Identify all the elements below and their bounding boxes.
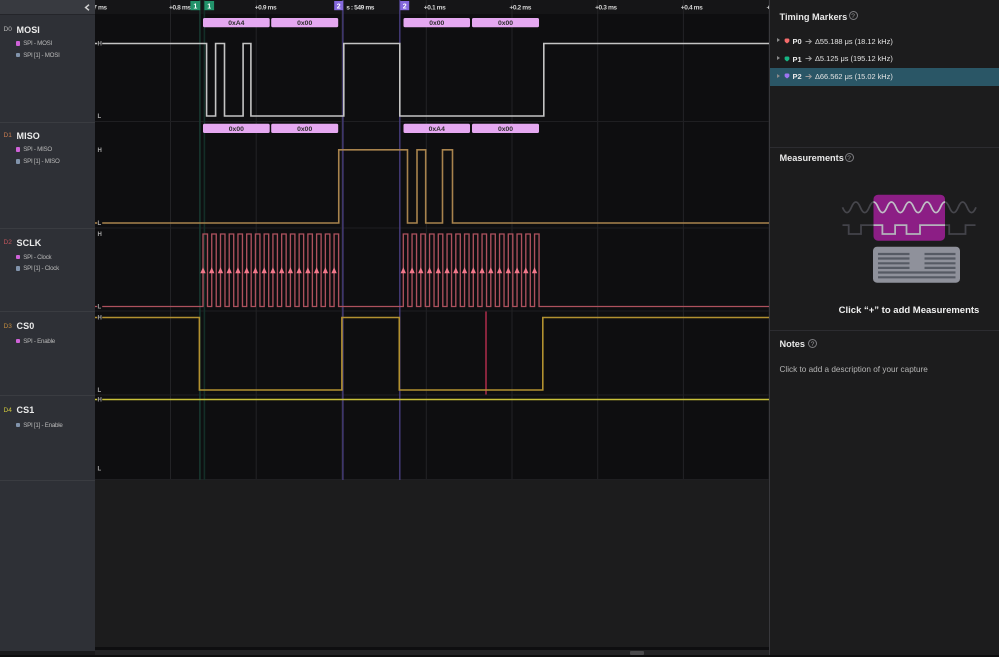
svg-text:+0.7 ms: +0.7 ms	[95, 5, 107, 12]
svg-text:1: 1	[207, 4, 211, 11]
svg-text:L: L	[98, 467, 102, 473]
svg-text:+0.3 ms: +0.3 ms	[595, 5, 617, 12]
svg-text:0x00: 0x00	[498, 126, 513, 133]
svg-text:H: H	[98, 148, 102, 154]
svg-text:0x00: 0x00	[498, 20, 513, 27]
svg-text:0x00: 0x00	[297, 20, 312, 27]
svg-text:+0.9 ms: +0.9 ms	[255, 5, 277, 12]
svg-text:0x00: 0x00	[297, 126, 312, 133]
svg-text:L: L	[98, 305, 102, 311]
svg-text:s : 549 ms: s : 549 ms	[346, 5, 375, 12]
svg-text:0x00: 0x00	[429, 20, 444, 27]
svg-text:H: H	[98, 316, 102, 322]
svg-text:+0.2 ms: +0.2 ms	[509, 5, 531, 12]
svg-text:1: 1	[193, 4, 197, 11]
svg-text:+0.8 ms: +0.8 ms	[169, 5, 191, 12]
svg-text:+0.1 ms: +0.1 ms	[424, 5, 446, 12]
svg-text:H: H	[98, 42, 102, 48]
svg-text:L: L	[98, 221, 102, 227]
svg-text:L: L	[98, 114, 102, 120]
svg-text:L: L	[98, 388, 102, 394]
svg-text:0xA4: 0xA4	[429, 126, 445, 133]
svg-text:H: H	[98, 232, 102, 238]
svg-text:0x00: 0x00	[229, 126, 244, 133]
svg-text:0xA4: 0xA4	[228, 20, 244, 27]
svg-text:2: 2	[337, 4, 341, 11]
svg-text:H: H	[98, 398, 102, 404]
svg-text:2: 2	[403, 4, 407, 11]
svg-text:+0.4 ms: +0.4 ms	[681, 5, 703, 12]
